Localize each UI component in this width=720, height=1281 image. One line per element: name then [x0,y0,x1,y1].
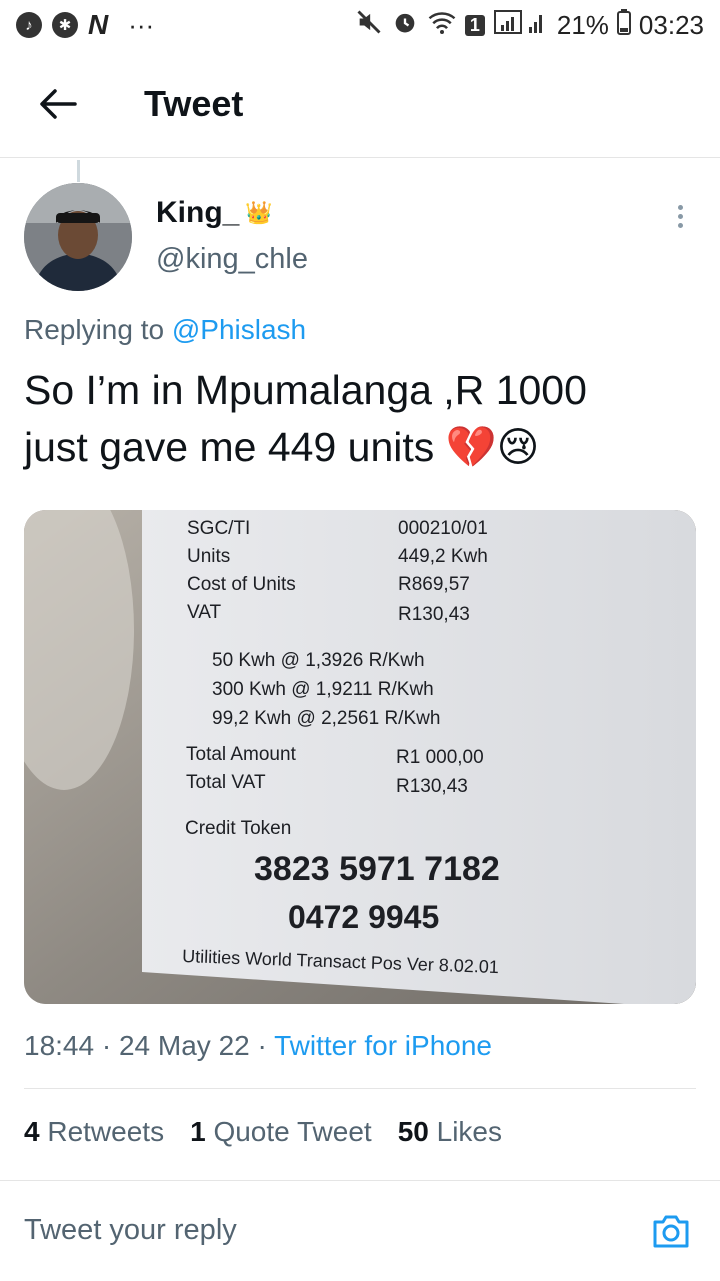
receipt-label: Cost of Units [187,574,296,595]
divider [24,1088,696,1089]
battery-percent: 21% [556,9,609,40]
app-n-icon: N [88,9,109,40]
retweets-count: 4 [24,1116,40,1147]
tweet-source-link[interactable]: Twitter for iPhone [274,1030,492,1061]
tweet-text-line: just gave me 449 units 💔😢 [24,424,540,470]
dot [677,213,683,219]
avatar[interactable] [24,183,132,291]
replying-to: Replying to @Phislash [24,314,306,346]
receipt-value: R130,43 [398,604,470,625]
tweet-media-image[interactable]: SGC/TI 000210/01 Units 449,2 Kwh Cost of… [24,510,696,1004]
arrow-left-icon [40,88,77,119]
tweet-date[interactable]: 24 May 22 [119,1030,250,1061]
dot [677,222,683,228]
mute-icon [355,8,383,43]
status-right: 1 21% 03:23 [355,8,704,43]
likes-count: 50 [397,1116,429,1147]
receipt-tier: 50 Kwh @ 1,3926 R/Kwh [212,650,425,671]
quotes-label: Quote Tweet [213,1116,372,1147]
basketball-icon: ✱ [52,12,78,38]
receipt-photo: SGC/TI 000210/01 Units 449,2 Kwh Cost of… [24,510,696,1004]
retweets-label: Retweets [47,1116,165,1147]
page-title: Tweet [144,82,244,124]
receipt-value: R1 000,00 [396,747,484,768]
quote-tweets-stat[interactable]: 1 Quote Tweet [190,1116,372,1148]
camera-icon [653,1215,689,1248]
likes-stat[interactable]: 50 Likes [398,1116,502,1148]
wifi-icon [427,9,457,42]
meta-separator: · [257,1030,267,1061]
dot [677,204,683,210]
alarm-icon [391,8,419,43]
receipt-label: VAT [187,602,222,623]
tweet-meta: 18:44 · 24 May 22 · Twitter for iPhone [24,1030,492,1062]
thread-connector [77,160,80,182]
camera-button[interactable] [650,1210,692,1252]
status-left: ♪ ✱ N ··· [16,9,154,41]
engagement-stats: 4 Retweets 1 Quote Tweet 50 Likes [24,1116,502,1148]
quotes-count: 1 [190,1116,206,1147]
display-name-text: King_ [156,196,240,229]
tweet-text: So I’m in Mpumalanga ,R 1000 just gave m… [24,362,684,476]
receipt-token-label: Credit Token [185,818,291,839]
user-handle[interactable]: @king_chle [156,243,308,276]
battery-icon [616,8,631,42]
top-nav-bar: Tweet [0,50,720,158]
reply-mention-link[interactable]: @Phislash [172,314,306,345]
receipt-label: SGC/TI [187,518,250,539]
receipt-value: 000210/01 [398,518,488,539]
replying-to-label: Replying to [24,314,165,345]
receipt-label: Total Amount [186,744,297,765]
receipt-tier: 300 Kwh @ 1,9211 R/Kwh [212,679,434,700]
receipt-token: 3823 5971 7182 [254,850,500,888]
tweet-time[interactable]: 18:44 [24,1030,94,1061]
more-options-button[interactable] [664,198,696,234]
receipt-token: 0472 9945 [288,899,439,935]
reply-input[interactable]: Tweet your reply [24,1214,237,1247]
music-note-icon: ♪ [16,12,42,38]
receipt-value: R130,43 [396,776,468,797]
receipt-label: Total VAT [186,772,266,793]
display-name[interactable]: King_ 👑 [156,196,273,230]
crown-emoji: 👑 [245,200,273,225]
sim-badge: 1 [464,14,485,36]
more-notifications-icon: ··· [128,9,155,40]
receipt-value: R869,57 [398,574,470,595]
back-button[interactable] [28,74,88,134]
retweets-stat[interactable]: 4 Retweets [24,1116,164,1148]
receipt-label: Units [187,546,230,567]
likes-label: Likes [436,1116,503,1147]
tweet-text-line: So I’m in Mpumalanga ,R 1000 [24,367,587,413]
receipt-value: 449,2 Kwh [398,546,488,567]
meta-separator: · [101,1030,112,1061]
clock: 03:23 [638,9,704,40]
receipt-tier: 99,2 Kwh @ 2,2561 R/Kwh [212,708,440,729]
signal-icon [493,9,549,42]
status-bar: ♪ ✱ N ··· 1 21% 03:23 [0,0,720,50]
